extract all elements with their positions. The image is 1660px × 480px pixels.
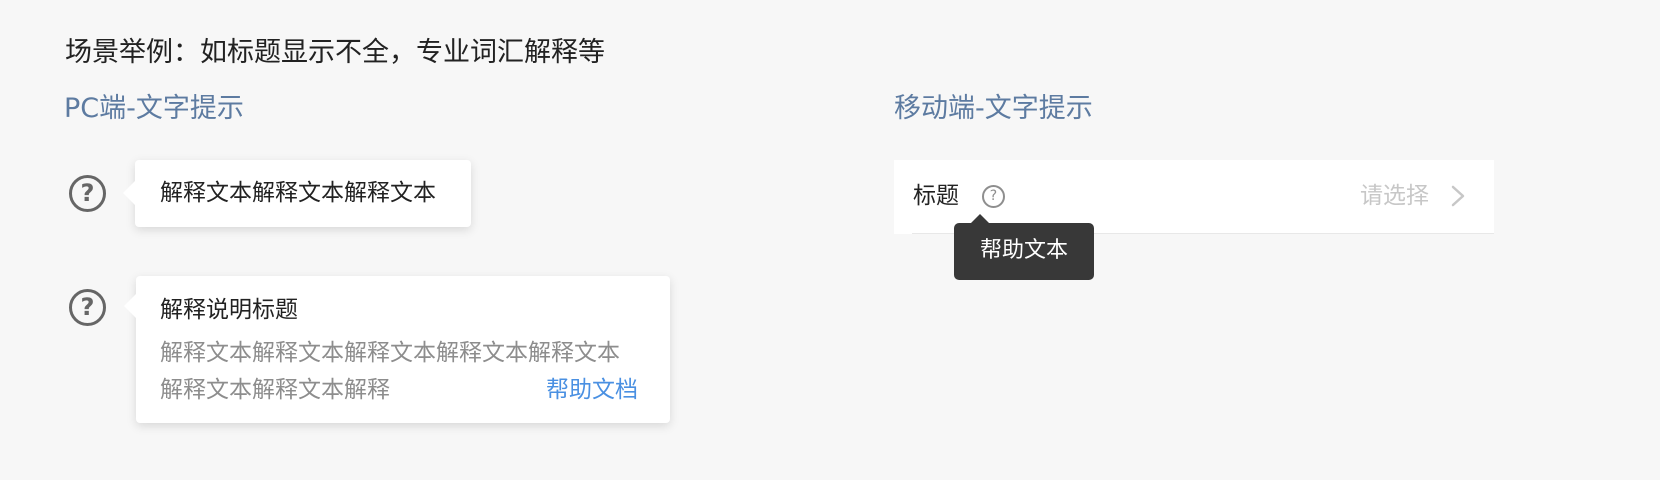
chevron-right-icon[interactable] (1444, 178, 1474, 214)
help-icon[interactable]: ? (982, 185, 1005, 208)
mobile-section-title: 移动端-文字提示 (894, 93, 1093, 124)
select-placeholder[interactable]: 请选择 (1360, 178, 1429, 214)
simple-tooltip: 解释文本解释文本解释文本 (123, 160, 471, 227)
rich-tooltip: 解释说明标题 解释文本解释文本解释文本解释文本解释文本 解释文本解释文本解释 帮… (124, 276, 670, 423)
mobile-tooltip-text: 帮助文本 (980, 238, 1069, 263)
mobile-row-label: 标题 (913, 183, 959, 209)
rich-tooltip-body-line: 解释文本解释文本解释 (160, 377, 390, 403)
help-document-link[interactable]: 帮助文档 (546, 373, 638, 407)
pc-section-title: PC端-文字提示 (64, 93, 244, 124)
rich-tooltip-body-line: 解释文本解释文本解释文本解释文本解释文本 (160, 340, 620, 366)
scene-title: 场景举例：如标题显示不全，专业词汇解释等 (65, 37, 605, 68)
rich-tooltip-title: 解释说明标题 (160, 297, 298, 323)
mobile-tooltip: 帮助文本 (954, 214, 1094, 280)
help-icon[interactable]: ? (69, 289, 106, 326)
simple-tooltip-text: 解释文本解释文本解释文本 (160, 180, 436, 206)
help-icon[interactable]: ? (69, 175, 106, 212)
